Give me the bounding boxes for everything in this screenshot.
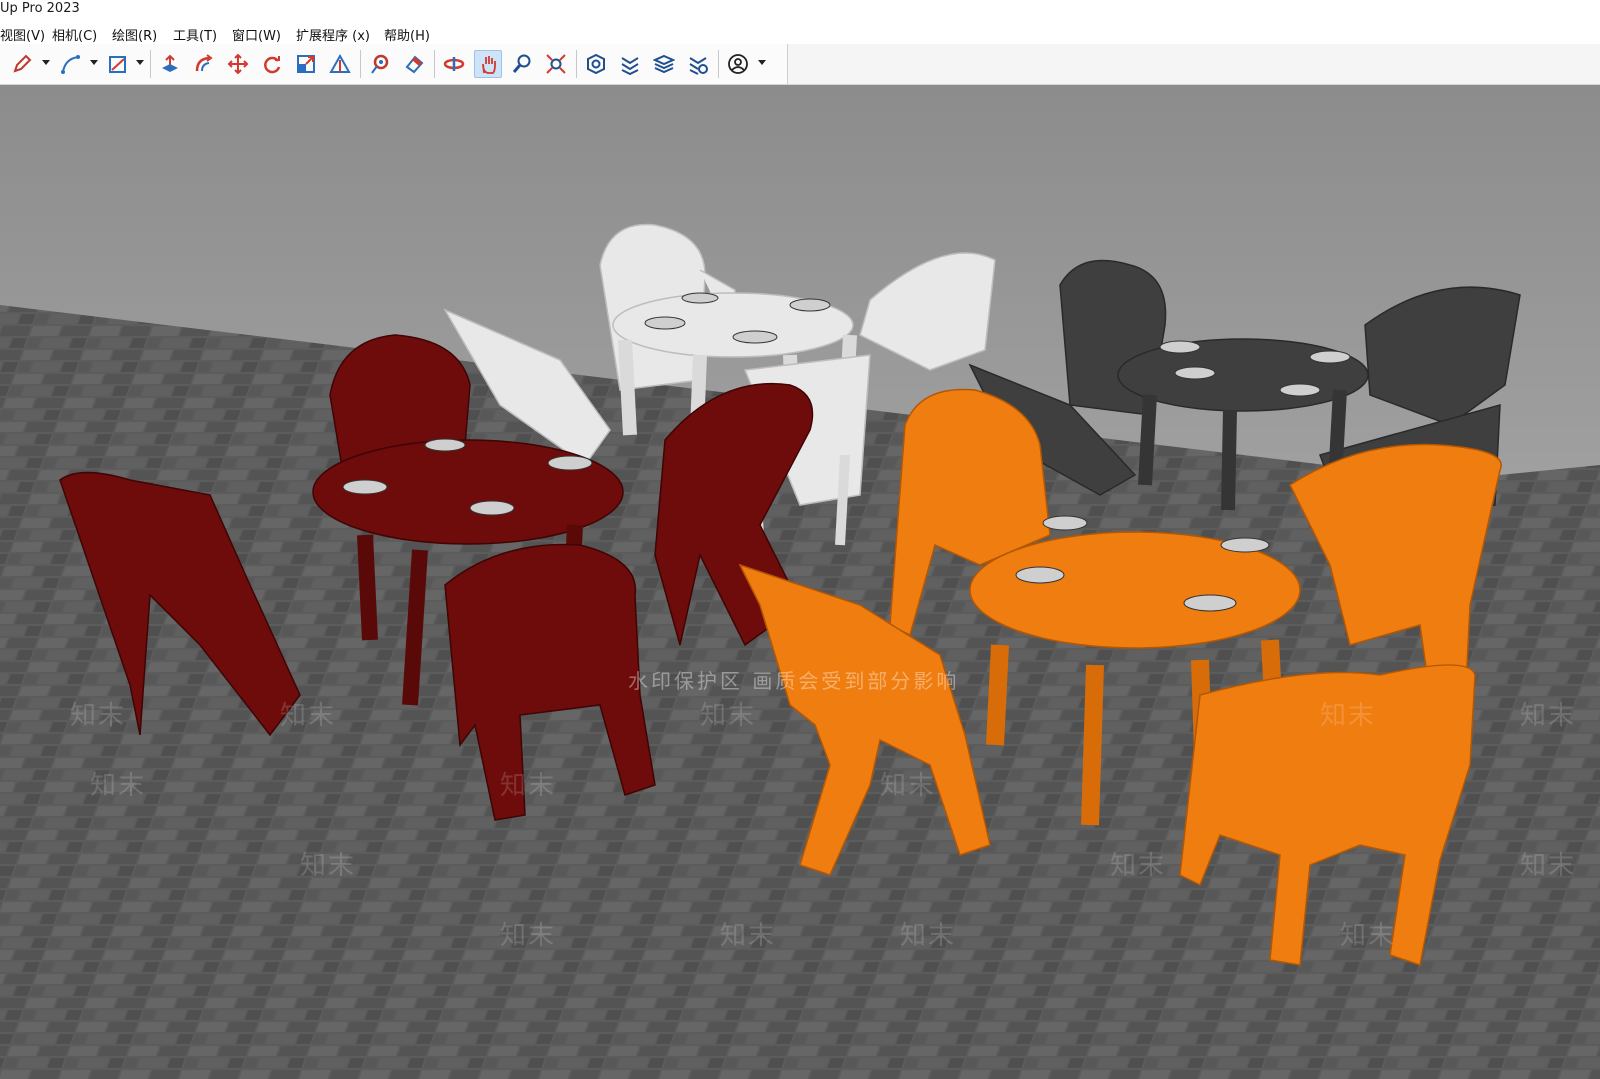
follow-me-icon[interactable] <box>190 50 218 78</box>
watermark-text: 知末 <box>70 701 127 731</box>
watermark-text: 知末 <box>900 921 957 951</box>
menu-draw[interactable]: 绘图(R) <box>112 25 157 44</box>
watermark-text: 知末 <box>500 771 557 801</box>
rectangle-icon[interactable] <box>104 50 132 78</box>
account-icon[interactable] <box>724 50 752 78</box>
watermark-text: 知末 <box>880 771 937 801</box>
watermark-text: 知末 <box>500 921 557 951</box>
arc-dropdown-icon[interactable] <box>90 60 98 65</box>
watermark-text: 知末 <box>1340 921 1397 951</box>
watermark-text: 知末 <box>1520 701 1577 731</box>
watermark-strip-text: 水印保护区 画质会受到部分影响 <box>628 669 960 693</box>
menu-view[interactable]: 视图(V) <box>0 25 45 44</box>
pencil-dropdown-icon[interactable] <box>42 60 50 65</box>
window-titlebar: Up Pro 2023 <box>0 0 1600 20</box>
menu-tools[interactable]: 工具(T) <box>173 25 217 44</box>
menu-extensions[interactable]: 扩展程序 (x) <box>296 25 370 44</box>
pan-icon[interactable] <box>474 50 502 78</box>
main-toolbar <box>0 44 1600 85</box>
watermark-text: 知末 <box>90 771 147 801</box>
layers-icon[interactable] <box>650 50 678 78</box>
account-dropdown-icon[interactable] <box>758 60 766 65</box>
zoom-extents-icon[interactable] <box>542 50 570 78</box>
3d-viewport[interactable]: 知末 知末 知末 知末 知末 知末 知末 知末 知末 知末 知末 知末 知末 知… <box>0 85 1600 1079</box>
move-icon[interactable] <box>224 50 252 78</box>
menu-bar: 视图(V) 相机(C) 绘图(R) 工具(T) 窗口(W) 扩展程序 (x) 帮… <box>0 20 1600 44</box>
toolbar-separator <box>434 50 435 78</box>
pencil-icon[interactable] <box>8 50 36 78</box>
extension-warehouse-icon[interactable] <box>616 50 644 78</box>
rotate-icon[interactable] <box>258 50 286 78</box>
warehouse-icon[interactable] <box>582 50 610 78</box>
rectangle-dropdown-icon[interactable] <box>136 60 144 65</box>
paint-bucket-icon[interactable] <box>366 50 394 78</box>
watermark-text: 知末 <box>1320 701 1377 731</box>
orbit-icon[interactable] <box>440 50 468 78</box>
toolbar-separator <box>718 50 719 78</box>
menu-camera[interactable]: 相机(C) <box>52 25 97 44</box>
watermark-text: 知末 <box>1110 851 1167 881</box>
menu-window[interactable]: 窗口(W) <box>232 25 281 44</box>
toolbar-separator <box>576 50 577 78</box>
window-title: Up Pro 2023 <box>0 1 80 16</box>
watermark-text: 知末 <box>700 701 757 731</box>
menu-help[interactable]: 帮助(H) <box>384 25 430 44</box>
settings-extension-icon[interactable] <box>684 50 712 78</box>
watermark-text: 知末 <box>720 921 777 951</box>
watermark-text: 知末 <box>280 701 337 731</box>
arc-icon[interactable] <box>56 50 84 78</box>
zoom-icon[interactable] <box>508 50 536 78</box>
tape-measure-icon[interactable] <box>326 50 354 78</box>
push-pull-icon[interactable] <box>156 50 184 78</box>
watermark-protection-strip: 水印保护区 画质会受到部分影响 <box>0 665 1600 693</box>
watermark-text: 知末 <box>1520 851 1577 881</box>
watermark-text: 知末 <box>300 851 357 881</box>
toolbar-separator <box>150 50 151 78</box>
scale-icon[interactable] <box>292 50 320 78</box>
eraser-icon[interactable] <box>400 50 428 78</box>
toolbar-separator <box>360 50 361 78</box>
